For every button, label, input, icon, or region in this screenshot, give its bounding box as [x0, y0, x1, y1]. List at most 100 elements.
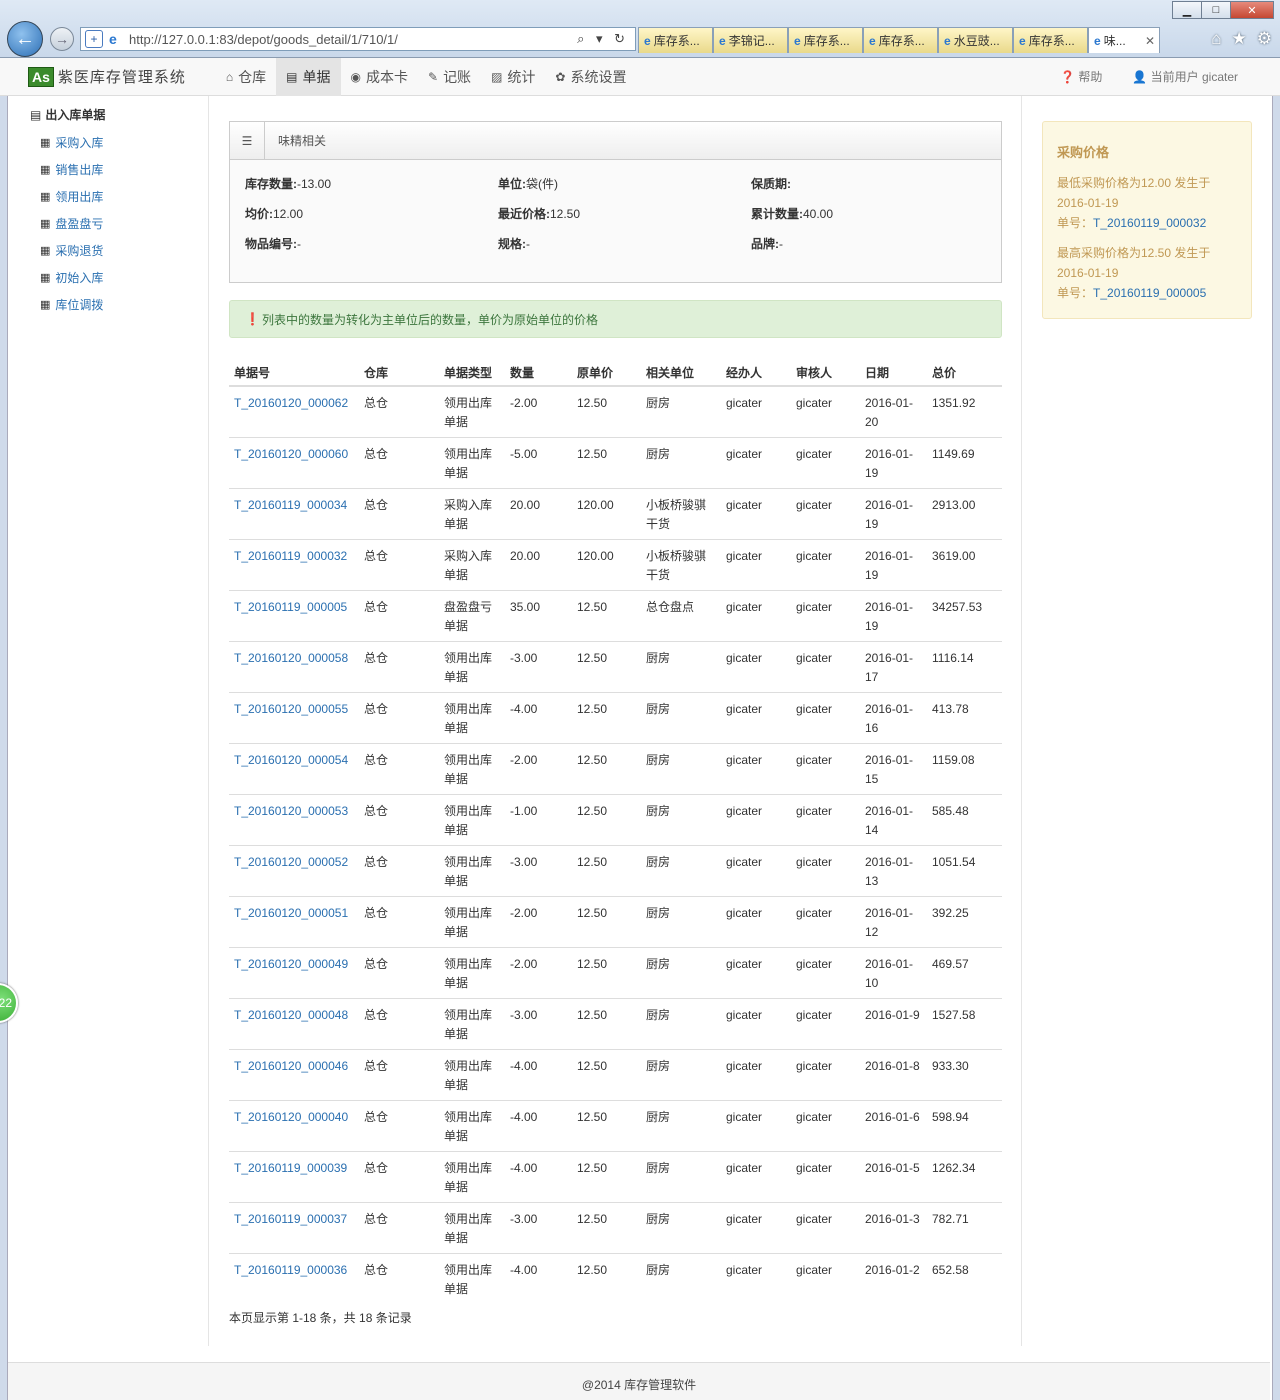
column-header[interactable]: 经办人 [721, 360, 791, 387]
document-link[interactable]: T_20160120_000058 [234, 651, 348, 665]
sidebar-item-label[interactable]: 销售出库 [55, 161, 103, 178]
sidebar-item-label[interactable]: 采购入库 [55, 134, 103, 151]
nav-item-0[interactable]: ⌂ 仓库 [216, 58, 276, 96]
sidebar-item-label[interactable]: 盘盈盘亏 [55, 215, 103, 232]
column-header[interactable]: 日期 [860, 360, 927, 387]
sidebar-item-label[interactable]: 领用出库 [55, 188, 103, 205]
document-link[interactable]: T_20160119_000034 [234, 498, 347, 512]
minimize-button[interactable]: ▁ [1172, 1, 1202, 19]
nav-item-2[interactable]: ◉ 成本卡 [341, 58, 418, 96]
tools-gear-icon[interactable]: ⚙ [1257, 29, 1272, 49]
table-cell: 厨房 [641, 998, 721, 1050]
table-cell: 12.50 [572, 1151, 641, 1203]
sidebar-item-label[interactable]: 采购退货 [55, 242, 103, 259]
security-shield-icon[interactable]: + [85, 30, 103, 48]
document-link[interactable]: T_20160120_000060 [234, 447, 348, 461]
table-cell: gicater [721, 641, 791, 693]
column-header[interactable]: 原单价 [572, 360, 641, 387]
document-link[interactable]: T_20160120_000062 [234, 396, 348, 410]
max-price-text: 最高采购价格为12.50 发生于2016-01-19 [1057, 246, 1211, 280]
sidebar-item[interactable]: ▦ 领用出库 [30, 183, 200, 210]
document-link[interactable]: T_20160119_000005 [234, 600, 347, 614]
close-tab-icon[interactable]: ✕ [1145, 34, 1159, 48]
table-cell: gicater [791, 641, 860, 693]
sidebar-item[interactable]: ▦ 销售出库 [30, 156, 200, 183]
sidebar-item-label[interactable]: 初始入库 [55, 269, 103, 286]
browser-tab[interactable]: e 水豆豉... [938, 27, 1013, 53]
table-cell: 总仓盘点 [641, 590, 721, 642]
document-link[interactable]: T_20160120_000040 [234, 1110, 348, 1124]
table-cell: 2016-01-19 [860, 539, 927, 591]
app-logo[interactable]: As 紫医库存管理系统 [28, 66, 186, 87]
forward-arrow-icon: → [55, 31, 69, 47]
panel-header: ☰ 味精相关 [230, 122, 1001, 160]
floating-badge[interactable]: 22 [0, 983, 18, 1023]
sidebar-item[interactable]: ▦ 初始入库 [30, 264, 200, 291]
column-header[interactable]: 单据类型 [439, 360, 505, 387]
document-link[interactable]: T_20160120_000052 [234, 855, 348, 869]
document-link[interactable]: T_20160120_000049 [234, 957, 348, 971]
table-cell: T_20160120_000060 [229, 437, 359, 489]
home-icon[interactable]: ⌂ [1211, 29, 1221, 49]
column-header[interactable]: 仓库 [359, 360, 439, 387]
table-cell: 12.50 [577, 396, 608, 410]
maximize-button[interactable]: □ [1201, 1, 1231, 19]
nav-item-1[interactable]: ▤ 单据 [276, 57, 341, 96]
browser-chrome: ▁ □ ✕ ← → + e http://127.0.0.1:83/depot/… [0, 0, 1280, 58]
forward-button[interactable]: → [50, 27, 74, 51]
help-link[interactable]: ❓ 帮助 [1060, 68, 1102, 85]
table-cell: 2016-01-20 [865, 396, 914, 429]
document-link[interactable]: T_20160120_000046 [234, 1059, 348, 1073]
table-cell: gicater [721, 590, 791, 642]
table-cell: 34257.53 [927, 590, 1002, 642]
nav-item-3[interactable]: ✎ 记账 [418, 58, 481, 96]
nav-item-5[interactable]: ✿ 系统设置 [545, 58, 636, 96]
ie-page-icon: e [794, 33, 801, 48]
document-link[interactable]: T_20160120_000055 [234, 702, 348, 716]
table-cell: 领用出库单据 [439, 1253, 505, 1304]
sidebar-item[interactable]: ▦ 采购退货 [30, 237, 200, 264]
back-button[interactable]: ← [7, 21, 43, 57]
nav-item-4[interactable]: ▨ 统计 [481, 58, 545, 96]
favorites-star-icon[interactable]: ★ [1232, 29, 1247, 49]
address-bar[interactable]: + e http://127.0.0.1:83/depot/goods_deta… [80, 27, 636, 51]
table-cell: 392.25 [927, 896, 1002, 948]
sidebar-item[interactable]: ▦ 采购入库 [30, 129, 200, 156]
max-price-doc-link[interactable]: T_20160119_000005 [1093, 286, 1206, 300]
sidebar-item-label[interactable]: 库位调拨 [55, 296, 103, 313]
document-link[interactable]: T_20160120_000053 [234, 804, 348, 818]
table-cell: gicater [721, 1049, 791, 1101]
table-cell: gicater [791, 539, 860, 591]
column-header[interactable]: 总价 [927, 360, 1002, 387]
document-link[interactable]: T_20160119_000037 [234, 1212, 347, 1226]
table-cell: 12.50 [572, 947, 641, 999]
column-header[interactable]: 相关单位 [641, 360, 721, 387]
column-header[interactable]: 单据号 [229, 360, 359, 387]
url-text[interactable]: http://127.0.0.1:83/depot/goods_detail/1… [129, 32, 577, 47]
browser-tab[interactable]: e 库存系... [1013, 27, 1088, 53]
close-window-button[interactable]: ✕ [1230, 1, 1274, 19]
column-header[interactable]: 审核人 [791, 360, 860, 387]
browser-tab[interactable]: e 库存系... [863, 27, 938, 53]
browser-tab[interactable]: e 李锦记... [713, 27, 788, 53]
document-link[interactable]: T_20160119_000032 [234, 549, 347, 563]
column-header[interactable]: 数量 [505, 360, 572, 387]
table-cell: 12.50 [572, 641, 641, 693]
document-link[interactable]: T_20160119_000039 [234, 1161, 347, 1175]
document-link[interactable]: T_20160119_000036 [234, 1263, 347, 1277]
table-cell: 585.48 [927, 794, 1002, 846]
browser-tab[interactable]: e 味... ✕ [1088, 27, 1160, 53]
browser-tab[interactable]: e 库存系... [638, 27, 713, 53]
min-price-doc-link[interactable]: T_20160119_000032 [1093, 216, 1206, 230]
document-link[interactable]: T_20160120_000048 [234, 1008, 348, 1022]
table-cell: 2016-01-9 [860, 998, 927, 1050]
table-cell: 领用出库单据 [439, 1100, 505, 1152]
current-user-link[interactable]: 👤 当前用户 gicater [1132, 68, 1238, 85]
sidebar-item[interactable]: ▦ 盘盈盘亏 [30, 210, 200, 237]
sidebar-item[interactable]: ▦ 库位调拨 [30, 291, 200, 318]
browser-tab[interactable]: e 库存系... [788, 27, 863, 53]
table-cell: 总仓 [359, 1049, 439, 1101]
document-link[interactable]: T_20160120_000054 [234, 753, 348, 767]
document-link[interactable]: T_20160120_000051 [234, 906, 348, 920]
address-tools[interactable]: ⌕ ▾ ↻ [577, 31, 635, 47]
